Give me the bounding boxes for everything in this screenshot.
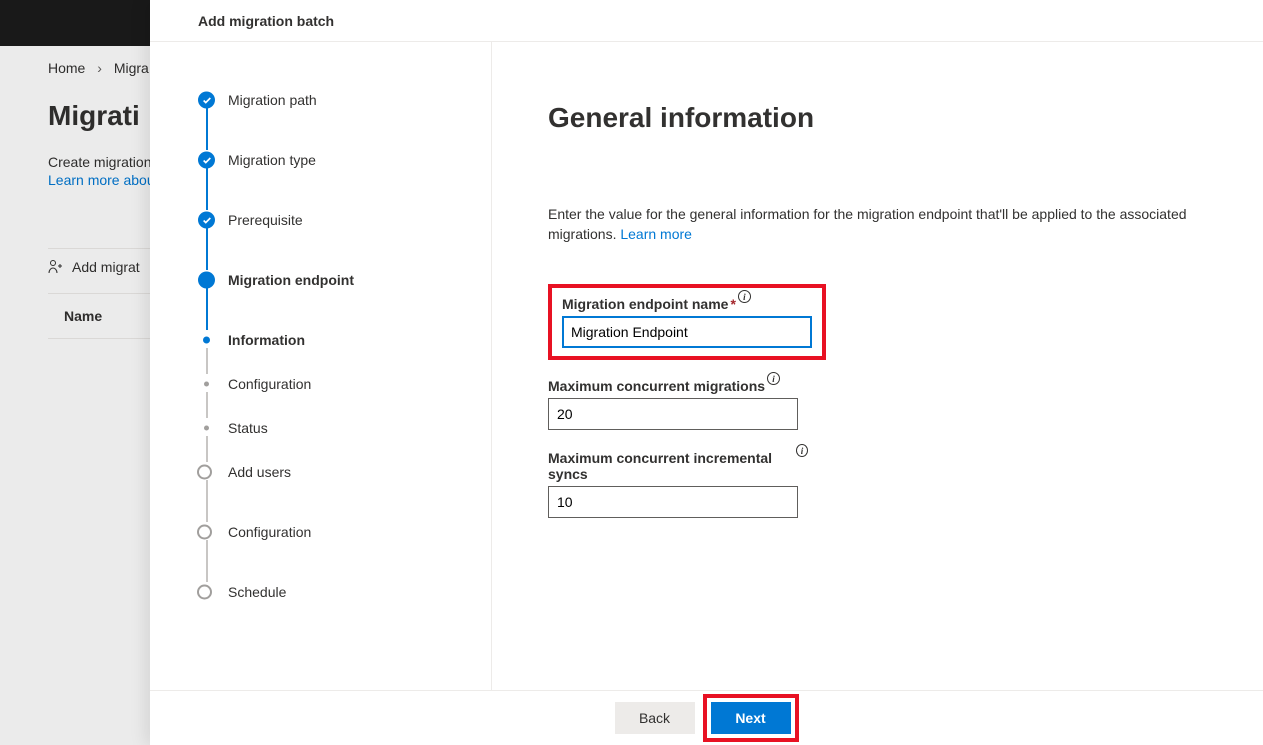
highlight-endpoint-name: Migration endpoint name* i [548, 284, 826, 360]
step-label: Configuration [228, 376, 311, 392]
wizard-step[interactable]: Configuration [198, 374, 468, 394]
step-indicator-icon [198, 525, 212, 540]
learn-more-link[interactable]: Learn more [620, 226, 692, 242]
next-button[interactable]: Next [711, 702, 791, 734]
max-syncs-input[interactable] [548, 486, 798, 518]
wizard-panel: Add migration batch Migration pathMigrat… [150, 0, 1263, 745]
step-indicator-icon [198, 426, 209, 431]
step-connector [206, 228, 208, 270]
step-indicator-icon [198, 382, 209, 387]
step-connector [206, 348, 208, 374]
step-indicator-icon [198, 152, 215, 169]
step-label: Add users [228, 464, 291, 480]
endpoint-name-input[interactable] [562, 316, 812, 348]
step-connector [206, 168, 208, 210]
step-label: Migration type [228, 152, 316, 168]
info-icon[interactable]: i [767, 372, 780, 385]
page-description: Enter the value for the general informat… [548, 204, 1207, 244]
wizard-footer: Back Next [150, 690, 1263, 745]
wizard-step[interactable]: Add users [198, 462, 468, 482]
wizard-step[interactable]: Migration path [198, 90, 468, 110]
info-icon[interactable]: i [796, 444, 808, 457]
max-migrations-input[interactable] [548, 398, 798, 430]
chevron-right-icon: › [97, 60, 102, 76]
step-connector [206, 392, 208, 418]
step-connector [206, 540, 208, 582]
step-label: Prerequisite [228, 212, 303, 228]
wizard-step[interactable]: Schedule [198, 582, 468, 602]
step-indicator-icon [198, 585, 212, 600]
wizard-step[interactable]: Configuration [198, 522, 468, 542]
wizard-form-column: General information Enter the value for … [492, 42, 1263, 690]
add-people-icon [48, 259, 64, 275]
step-label: Migration endpoint [228, 272, 354, 288]
background-learn-more-link[interactable]: Learn more abou [48, 172, 155, 188]
step-connector [206, 108, 208, 150]
step-label: Migration path [228, 92, 317, 108]
step-label: Schedule [228, 584, 286, 600]
step-indicator-icon [198, 92, 215, 109]
step-indicator-icon [198, 337, 210, 344]
add-migration-label: Add migrat [72, 259, 140, 275]
highlight-next-button: Next [703, 694, 799, 742]
wizard-step[interactable]: Status [198, 418, 468, 438]
wizard-title: Add migration batch [150, 0, 1263, 42]
back-button[interactable]: Back [615, 702, 695, 734]
wizard-step[interactable]: Prerequisite [198, 210, 468, 230]
step-connector [206, 480, 208, 522]
step-indicator-icon [198, 465, 212, 480]
wizard-step[interactable]: Migration endpoint [198, 270, 468, 290]
breadcrumb-current: Migra [114, 60, 149, 76]
max-migrations-label: Maximum concurrent migrations i [548, 378, 780, 394]
step-indicator-icon [198, 272, 215, 289]
step-label: Status [228, 420, 268, 436]
max-syncs-label: Maximum concurrent incremental syncs i [548, 450, 808, 482]
step-connector [206, 288, 208, 330]
wizard-step[interactable]: Information [198, 330, 468, 350]
step-label: Information [228, 332, 305, 348]
wizard-step[interactable]: Migration type [198, 150, 468, 170]
endpoint-name-label: Migration endpoint name* i [562, 296, 751, 312]
page-title: General information [548, 102, 1207, 134]
step-connector [206, 436, 208, 462]
wizard-steps-column: Migration path Migration type Prerequisite… [150, 42, 492, 690]
breadcrumb-home[interactable]: Home [48, 60, 85, 76]
step-label: Configuration [228, 524, 311, 540]
step-indicator-icon [198, 212, 215, 229]
info-icon[interactable]: i [738, 290, 751, 303]
